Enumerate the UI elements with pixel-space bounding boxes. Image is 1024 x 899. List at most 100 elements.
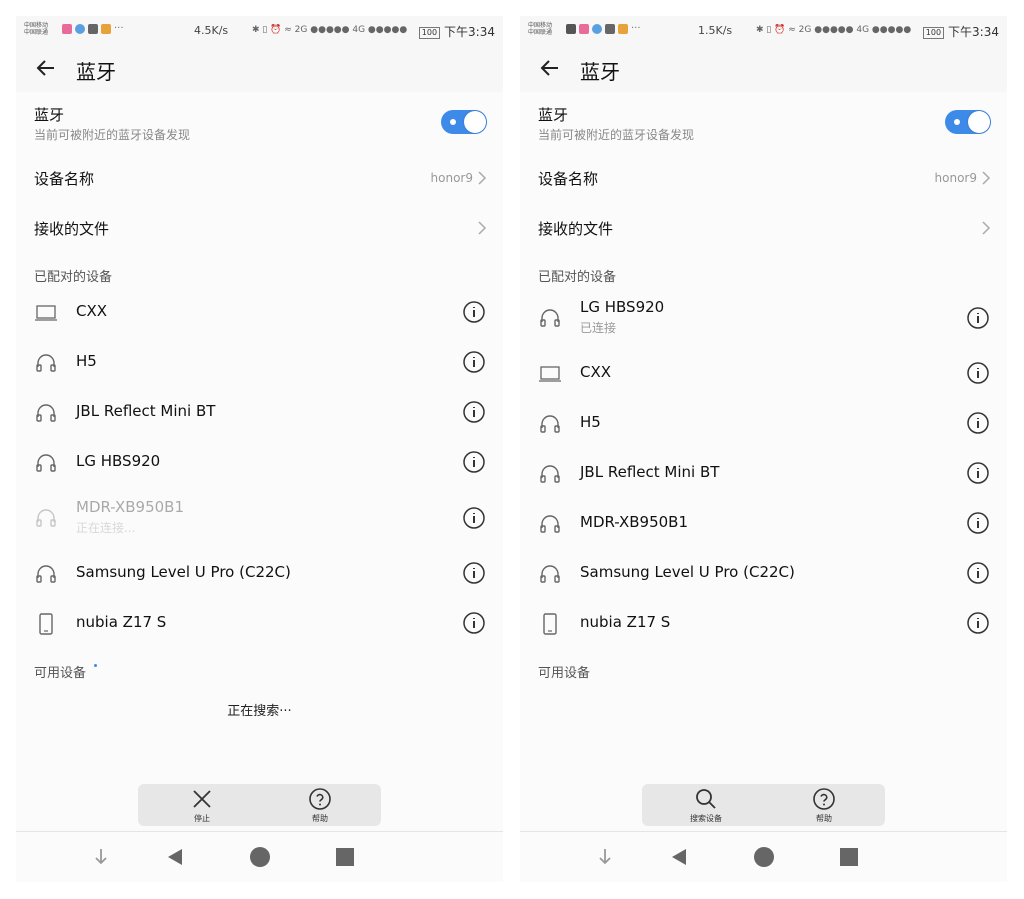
- back-nav-icon[interactable]: [667, 845, 691, 869]
- bluetooth-label: 蓝牙: [538, 106, 569, 124]
- bluetooth-toggle[interactable]: [441, 110, 487, 134]
- device-row[interactable]: H5: [520, 401, 1007, 447]
- headphones-icon: [36, 404, 56, 422]
- device-row-connecting[interactable]: MDR-XB950B1 正在连接...: [16, 490, 503, 546]
- info-icon[interactable]: [966, 511, 990, 535]
- device-row[interactable]: LG HBS920: [16, 440, 503, 486]
- device-row[interactable]: nubia Z17 S: [520, 601, 1007, 647]
- stop-button-label: 停止: [194, 814, 210, 823]
- help-button[interactable]: 帮助: [280, 784, 360, 826]
- more-notifications: ···: [114, 23, 124, 34]
- carrier-1: 中国移动: [528, 22, 553, 29]
- headphones-icon: [36, 509, 56, 527]
- mail-icon: [605, 24, 615, 34]
- search-devices-button[interactable]: 搜索设备: [666, 784, 746, 826]
- back-arrow-icon[interactable]: [34, 56, 58, 80]
- app-header: 蓝牙: [520, 54, 1007, 86]
- clock: 下午3:34: [444, 25, 495, 39]
- received-files-label: 接收的文件: [538, 220, 614, 238]
- info-icon[interactable]: [462, 300, 486, 324]
- hide-nav-icon[interactable]: [593, 845, 617, 869]
- searching-text: 正在搜索···: [227, 704, 292, 719]
- recents-nav-icon[interactable]: [837, 845, 861, 869]
- device-row[interactable]: JBL Reflect Mini BT: [16, 390, 503, 436]
- search-devices-label: 搜索设备: [690, 814, 722, 823]
- signal-icons: ✱ ▯ ⏰ ≈ 2G ●●●●● 4G ●●●●●: [756, 25, 912, 35]
- info-icon[interactable]: [966, 306, 990, 330]
- system-nav-bar: [16, 831, 503, 882]
- paired-devices-header: 已配对的设备: [34, 270, 113, 285]
- device-row[interactable]: JBL Reflect Mini BT: [520, 451, 1007, 497]
- device-name: CXX: [76, 302, 108, 320]
- headphones-icon: [540, 309, 560, 327]
- device-row[interactable]: Samsung Level U Pro (C22C): [16, 551, 503, 597]
- received-files-row[interactable]: 接收的文件: [16, 206, 503, 250]
- device-row-connected[interactable]: LG HBS920 已连接: [520, 290, 1007, 346]
- device-name-row[interactable]: 设备名称 honor9: [16, 156, 503, 200]
- notification-icons: ···: [62, 24, 124, 34]
- mail-icon: [88, 24, 98, 34]
- status-bar: 中国移动 中国联通 ··· 4.5K/s ✱ ▯ ⏰ ≈ 2G ●●●●● 4G…: [16, 20, 503, 42]
- device-row[interactable]: Samsung Level U Pro (C22C): [520, 551, 1007, 597]
- device-row[interactable]: MDR-XB950B1: [520, 501, 1007, 547]
- device-row[interactable]: CXX: [520, 351, 1007, 397]
- bluetooth-toggle-row[interactable]: 蓝牙 当前可被附近的蓝牙设备发现: [520, 92, 1007, 150]
- info-icon[interactable]: [966, 561, 990, 585]
- bluetooth-sublabel: 当前可被附近的蓝牙设备发现: [538, 128, 695, 142]
- info-icon[interactable]: [462, 350, 486, 374]
- bluetooth-toggle[interactable]: [945, 110, 991, 134]
- hide-nav-icon[interactable]: [89, 845, 113, 869]
- home-nav-icon[interactable]: [248, 845, 272, 869]
- available-devices-header: 可用设备: [538, 666, 591, 681]
- scanning-indicator: [94, 664, 98, 667]
- headphones-icon: [540, 565, 560, 583]
- info-icon[interactable]: [966, 461, 990, 485]
- phone-screen-searching: 中国移动 中国联通 ··· 4.5K/s ✱ ▯ ⏰ ≈ 2G ●●●●● 4G…: [16, 16, 503, 882]
- network-speed: 1.5K/s: [698, 24, 733, 37]
- device-row[interactable]: CXX: [16, 290, 503, 336]
- device-name: MDR-XB950B1: [76, 498, 185, 516]
- device-row[interactable]: nubia Z17 S: [16, 601, 503, 647]
- page-title: 蓝牙: [580, 60, 620, 84]
- info-icon[interactable]: [966, 411, 990, 435]
- info-icon[interactable]: [462, 611, 486, 635]
- carrier-labels: 中国移动 中国联通: [528, 22, 552, 36]
- search-icon: [696, 789, 716, 809]
- device-name: Samsung Level U Pro (C22C): [580, 563, 795, 581]
- bluetooth-toggle-row[interactable]: 蓝牙 当前可被附近的蓝牙设备发现: [16, 92, 503, 150]
- carrier-1: 中国移动: [24, 22, 49, 29]
- laptop-icon: [35, 305, 57, 321]
- device-name: nubia Z17 S: [580, 613, 671, 631]
- back-nav-icon[interactable]: [163, 845, 187, 869]
- info-icon[interactable]: [462, 450, 486, 474]
- info-icon[interactable]: [966, 361, 990, 385]
- network-speed: 4.5K/s: [194, 24, 229, 37]
- device-status: 正在连接...: [76, 521, 136, 535]
- stop-button[interactable]: 停止: [162, 784, 242, 826]
- help-button[interactable]: 帮助: [784, 784, 864, 826]
- device-row[interactable]: H5: [16, 340, 503, 386]
- device-name: nubia Z17 S: [76, 613, 167, 631]
- recents-nav-icon[interactable]: [333, 845, 357, 869]
- info-icon[interactable]: [462, 400, 486, 424]
- bluetooth-label: 蓝牙: [34, 106, 65, 124]
- settings-list: 蓝牙 当前可被附近的蓝牙设备发现 设备名称 honor9 接收的文件 已配对的设…: [16, 92, 503, 840]
- received-files-row[interactable]: 接收的文件: [520, 206, 1007, 250]
- battery-icon: 100: [922, 27, 945, 39]
- laptop-icon: [539, 366, 561, 382]
- back-arrow-icon[interactable]: [538, 56, 562, 80]
- home-nav-icon[interactable]: [752, 845, 776, 869]
- info-icon[interactable]: [462, 506, 486, 530]
- info-icon[interactable]: [966, 611, 990, 635]
- info-icon[interactable]: [462, 561, 486, 585]
- phone-icon: [543, 613, 557, 635]
- device-name: CXX: [580, 363, 612, 381]
- page-title: 蓝牙: [76, 60, 116, 84]
- device-name: LG HBS920: [76, 452, 161, 470]
- app-notification-icon: [579, 24, 589, 34]
- device-name: H5: [580, 413, 601, 431]
- app-notification-icon: [62, 24, 72, 34]
- bluetooth-sublabel: 当前可被附近的蓝牙设备发现: [34, 128, 191, 142]
- notification-icons: ···: [566, 24, 641, 34]
- device-name-row[interactable]: 设备名称 honor9: [520, 156, 1007, 200]
